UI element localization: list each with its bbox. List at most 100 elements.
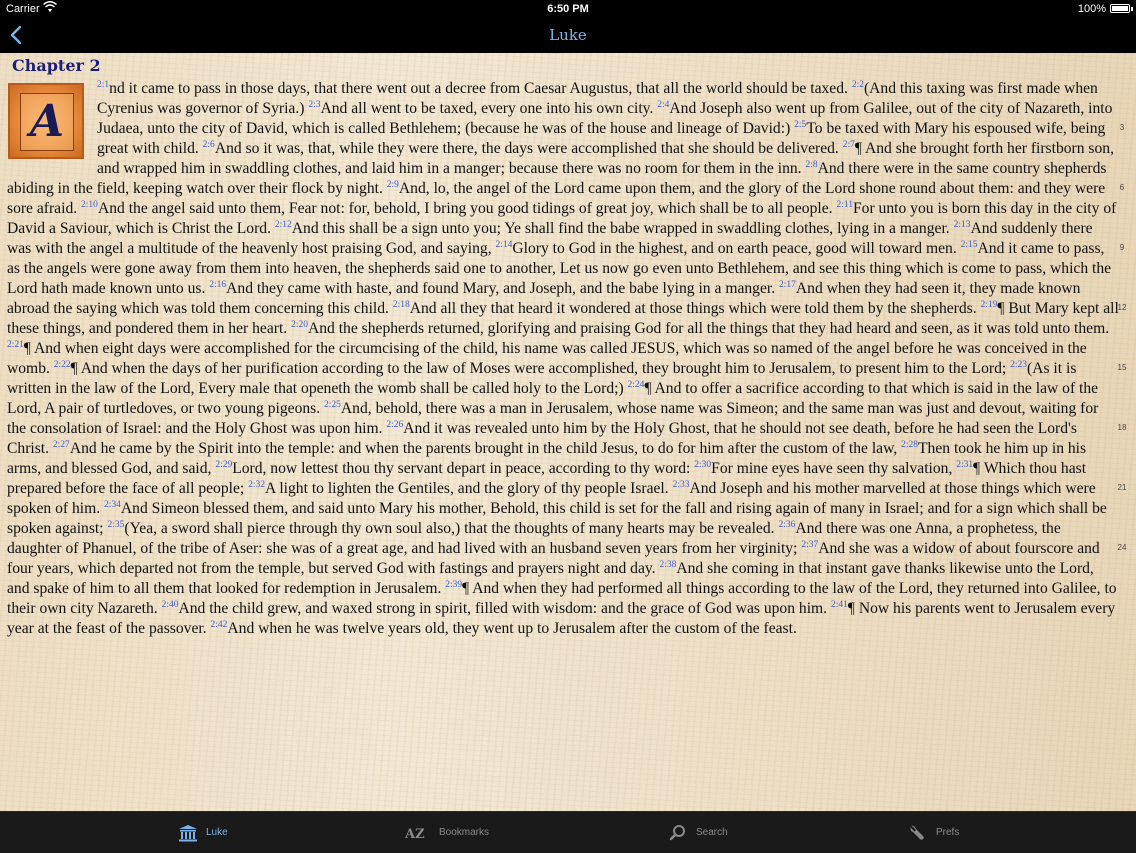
verse-ref: 2:24 [627,379,645,390]
verse-ref: 2:27 [52,439,70,450]
margin-number: 12 [1117,303,1127,312]
verse-ref: 2:37 [801,539,819,550]
verse-ref: 2:12 [274,219,292,230]
verse-ref: 2:36 [778,519,796,530]
margin-number: 9 [1119,243,1125,252]
chapter-heading: Chapter 2 [12,56,101,75]
verse-ref: 2:39 [445,579,463,590]
tab-luke[interactable]: Luke [178,812,228,853]
verse-ref: 2:9 [386,179,399,190]
verse-ref: 2:38 [659,559,677,570]
verse-ref: 2:15 [960,239,978,250]
clock: 6:50 PM [547,3,589,15]
verse-text: And the shepherds returned, glorifying a… [307,320,1110,337]
verse-ref: 2:21 [7,339,24,350]
verse[interactable]: 2:32A light to lighten the Gentiles, and… [248,480,672,497]
verse-ref: 2:5 [794,119,807,130]
top-bar: Carrier 6:50 PM 100% Luke [0,0,1136,53]
verse[interactable]: 2:27And he came by the Spirit into the t… [53,440,901,457]
verse-ref: 2:10 [81,199,98,210]
tab-label: Prefs [936,827,960,838]
verse-text: And the child grew, and waxed strong in … [178,600,831,617]
tab-bar: Luke AZ Bookmarks Search Prefs [0,811,1136,853]
verse-ref: 2:1 [97,79,110,90]
dropcap-spacer [7,79,97,179]
az-icon: AZ [405,823,431,843]
margin-number: 3 [1119,123,1125,132]
verse-ref: 2:34 [104,499,121,510]
verse-ref: 2:6 [202,139,215,150]
verse-ref: 2:40 [161,599,179,610]
verse-ref: 2:13 [953,219,971,230]
verse[interactable]: 2:18And all they that heard it wondered … [393,300,981,317]
verse[interactable]: 2:1nd it came to pass in those days, tha… [97,80,852,97]
chapter-page[interactable]: Chapter 2 A 2:1nd it came to pass in tho… [0,53,1136,811]
verse[interactable]: 2:20And the shepherds returned, glorifyi… [291,320,1109,337]
verse[interactable]: 2:22¶ And when the days of her purificat… [54,360,1010,377]
verse-text: For mine eyes have seen thy salvation, [711,460,957,477]
tab-label: Search [696,827,728,838]
margin-number: 24 [1117,543,1127,552]
verse-ref: 2:25 [324,399,341,410]
verse[interactable]: 2:3And all went to be taxed, every one i… [308,100,657,117]
verse-ref: 2:16 [209,279,227,290]
verse-ref: 2:7 [842,139,855,150]
tab-search[interactable]: Search [668,812,728,853]
verse-text: Glory to God in the highest, and on eart… [512,240,961,257]
status-bar: Carrier 6:50 PM 100% [0,0,1136,18]
verse-ref: 2:3 [308,99,321,110]
verse-ref: 2:17 [779,279,796,290]
verse[interactable]: 2:16And they came with haste, and found … [209,280,779,297]
verse-text: And so it was, that, while they were the… [214,140,843,157]
verse[interactable]: 2:14Glory to God in the highest, and on … [496,240,961,257]
margin-number: 6 [1119,183,1125,192]
verse-ref: 2:32 [248,479,266,490]
verse-ref: 2:4 [657,99,670,110]
verse[interactable]: 2:30For mine eyes have seen thy salvatio… [694,460,956,477]
verse-ref: 2:31 [956,459,974,470]
svg-text:AZ: AZ [405,827,425,840]
verse-text: A light to lighten the Gentiles, and the… [265,480,673,497]
verse-ref: 2:19 [980,299,998,310]
verse-text: And this shall be a sign unto you; Ye sh… [291,220,954,237]
verse-ref: 2:30 [694,459,712,470]
verse-text: And the angel said unto them, Fear not: … [97,200,837,217]
verse-ref: 2:26 [386,419,404,430]
nav-title: Luke [549,26,587,44]
margin-number: 21 [1117,483,1127,492]
verse-ref: 2:14 [495,239,513,250]
magnifier-icon [668,823,688,843]
tab-prefs[interactable]: Prefs [908,812,959,853]
verse-ref: 2:28 [901,439,919,450]
verse[interactable]: 2:29Lord, now lettest thou thy servant d… [215,460,694,477]
verse[interactable]: 2:12And this shall be a sign unto you; Y… [275,220,954,237]
chapter-text: 2:1nd it came to pass in those days, tha… [7,79,1119,639]
verse-ref: 2:33 [672,479,690,490]
verse-ref: 2:29 [215,459,233,470]
verse-text: ¶ And when the days of her purification … [70,360,1011,377]
verse-ref: 2:8 [805,159,818,170]
verse[interactable]: 2:40And the child grew, and waxed strong… [162,600,831,617]
verse-ref: 2:2 [851,79,864,90]
wrench-icon [908,823,928,843]
verse-text: (Yea, a sword shall pierce through thy o… [124,520,779,537]
verse[interactable]: 2:10And the angel said unto them, Fear n… [81,200,836,217]
verse[interactable]: 2:35(Yea, a sword shall pierce through t… [107,520,778,537]
battery-icon [1110,4,1130,13]
verse-ref: 2:18 [392,299,410,310]
margin-number: 18 [1117,423,1127,432]
verse-text: And they came with haste, and found Mary… [226,280,780,297]
verse-text: And he came by the Spirit into the templ… [69,440,902,457]
verse[interactable]: 2:6And so it was, that, while they were … [203,140,843,157]
verse[interactable]: 2:42And when he was twelve years old, th… [211,620,797,637]
verse-ref: 2:42 [210,619,228,630]
verse-ref: 2:20 [291,319,308,330]
margin-number: 15 [1117,363,1127,372]
battery-tip [1131,7,1133,11]
verse-ref: 2:22 [53,359,71,370]
verse-ref: 2:41 [830,599,848,610]
verse-ref: 2:11 [836,199,853,210]
tab-bookmarks[interactable]: AZ Bookmarks [405,812,489,853]
verse-ref: 2:35 [107,519,125,530]
verse-text: And all they that heard it wondered at t… [409,300,981,317]
